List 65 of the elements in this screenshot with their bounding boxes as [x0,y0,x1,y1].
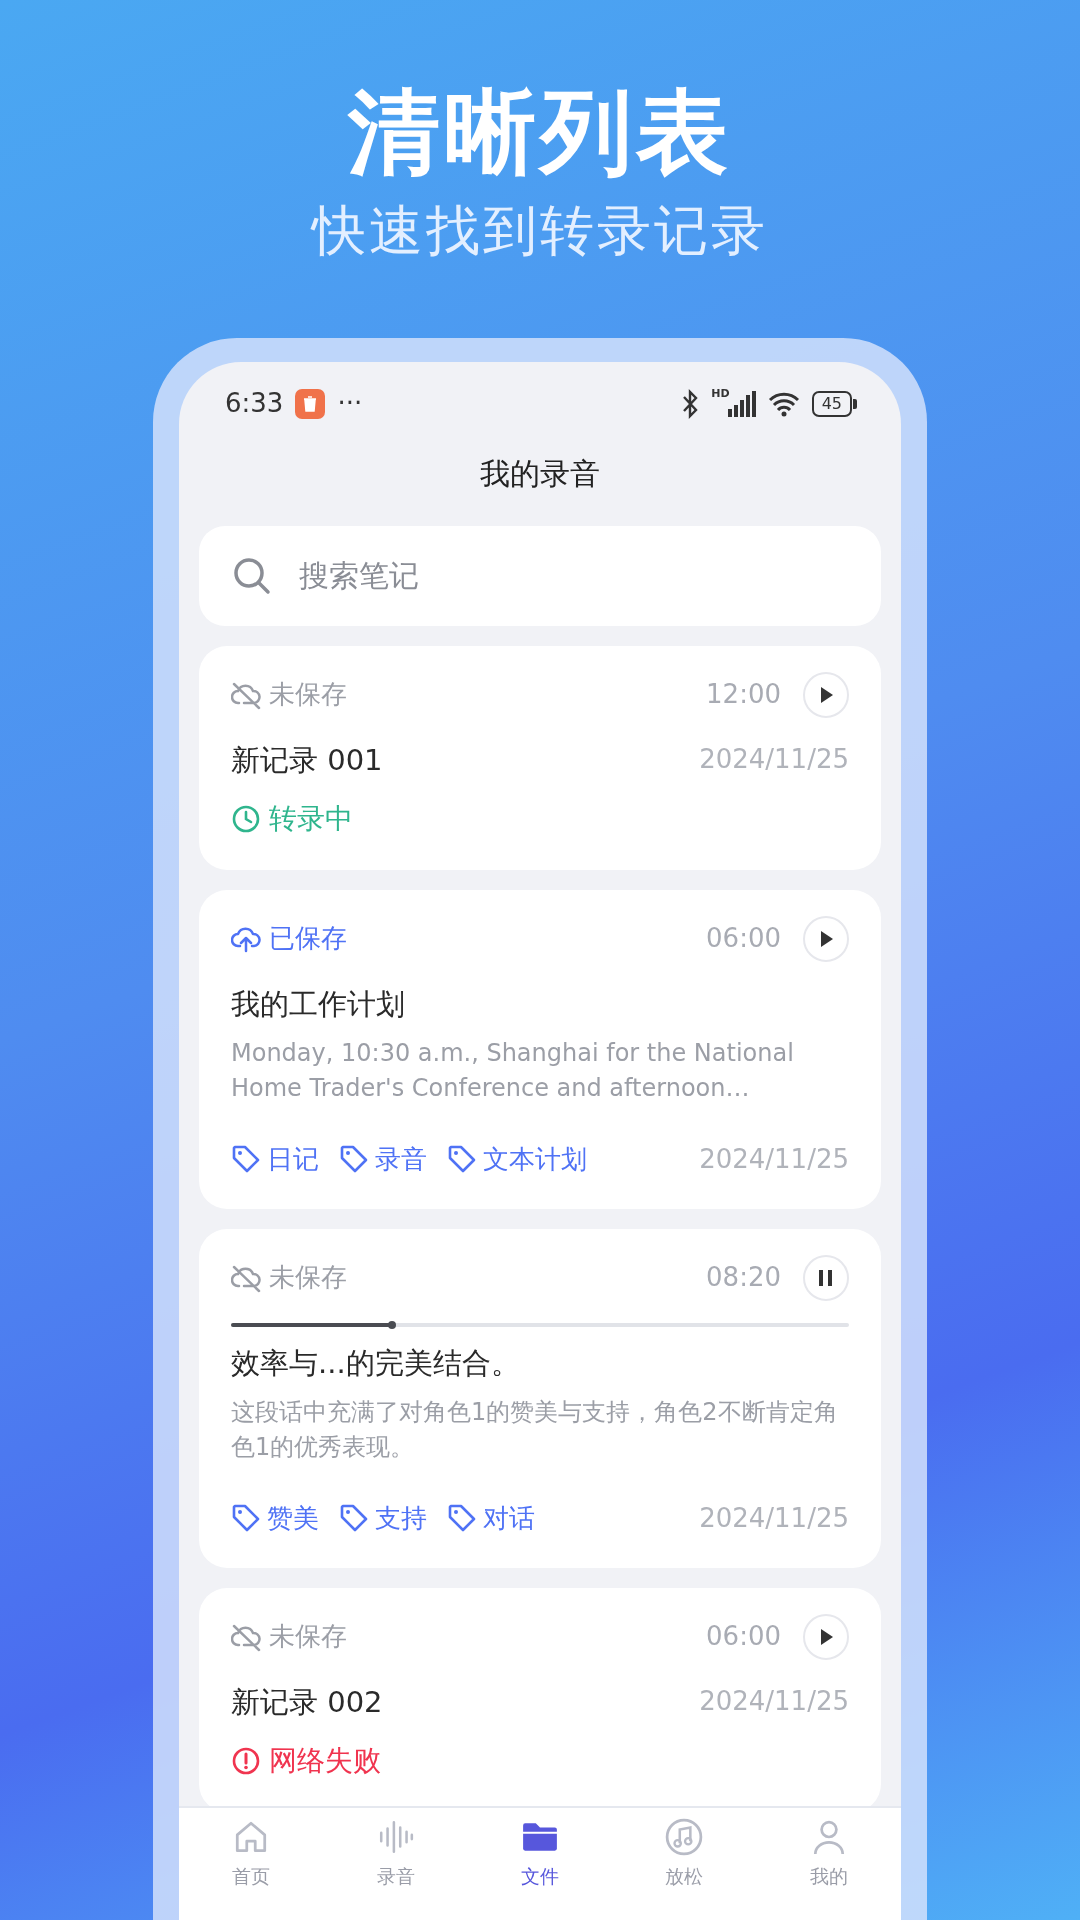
search-field[interactable]: 搜索笔记 [199,526,881,626]
screen-title: 我的录音 [479,455,601,493]
tag-label: 赞美 [267,1502,319,1535]
tag-icon [339,1503,369,1534]
recording-card[interactable]: 未保存 06:00 新记录 002 2024/11/25 网络失败 [199,1588,881,1806]
recording-title: 效率与...的完美结合。 [231,1345,520,1382]
progress-track[interactable] [231,1323,849,1327]
more-dots: ··· [337,387,363,421]
signal-icon [727,391,756,417]
play-button[interactable] [803,916,849,962]
network-label: HD [711,386,730,402]
trash-app-icon [295,389,326,419]
duration: 08:20 [706,1261,781,1295]
recording-date: 2024/11/25 [699,1685,849,1719]
recording-card[interactable]: 未保存 12:00 新记录 001 2024/11/25 转录中 [199,646,881,870]
pause-icon [818,1269,834,1287]
cloud-off-icon [231,1622,261,1652]
wifi-icon [767,391,800,417]
duration: 06:00 [706,922,781,956]
recording-summary: 这段话中充满了对角色1的赞美与支持，角色2不断肯定角色1的优秀表现。 [231,1397,839,1463]
cloud-off-icon [231,1263,261,1293]
tag-icon [339,1144,369,1175]
tab-item[interactable]: 文件 [467,1808,613,1920]
tag-label: 支持 [375,1502,427,1535]
play-icon [818,1628,834,1646]
tag-label: 对话 [483,1502,535,1535]
play-button[interactable] [803,672,849,718]
recording-date: 2024/11/25 [699,1502,849,1535]
tag-label: 日记 [267,1143,319,1176]
duration: 12:00 [706,678,781,712]
duration: 06:00 [706,1620,781,1654]
tag-icon [231,1144,261,1175]
recording-summary: Monday, 10:30 a.m., Shanghai for the National Home Trader's Conference and afternoon… [231,1038,795,1104]
music-note-icon [665,1818,704,1856]
recording-title: 新记录 001 [231,742,383,779]
recording-card[interactable]: 已保存 06:00 我的工作计划 Monday, 10:30 a.m., Shanghai for the National Home Trader's Conference and afternoon… 日记 录音 文本计划 2024/11/25 [199,890,881,1209]
bluetooth-icon [681,389,700,419]
tag-icon [447,1503,477,1534]
recording-card[interactable]: 未保存 08:20 效率与...的完美结合。 这段话中充满了对角色1的赞美与支持，角色2不断肯定角色1的优秀表现。 赞美 支持 对话 2024/11/25 [199,1229,881,1568]
play-icon [818,930,834,948]
recording-status: 转录中 [269,801,353,837]
headline-subtitle: 快速找到转录记录 [309,199,769,264]
battery-indicator: 45 [811,391,852,417]
save-status: 已保存 [269,922,347,956]
tag-label: 文本计划 [483,1143,587,1176]
tag-icon [231,1503,261,1534]
recording-date: 2024/11/25 [699,1143,849,1176]
save-status: 未保存 [269,1261,347,1295]
recording-title: 新记录 002 [231,1684,383,1721]
clock-icon [231,804,261,834]
recording-title: 我的工作计划 [231,986,405,1023]
pause-button[interactable] [803,1255,849,1301]
tag-icon [447,1144,477,1175]
save-status: 未保存 [269,1620,347,1654]
cloud-off-icon [231,680,261,710]
battery-tip [853,399,857,409]
recording-status: 网络失败 [269,1743,381,1779]
recording-date: 2024/11/25 [699,743,849,777]
alert-icon [231,1746,261,1776]
save-status: 未保存 [269,678,347,712]
play-icon [818,686,834,704]
play-button[interactable] [803,1614,849,1660]
tag-label: 录音 [375,1143,427,1176]
clock-time: 6:33 [225,387,284,421]
headline-title: 清晰列表 [346,82,733,184]
